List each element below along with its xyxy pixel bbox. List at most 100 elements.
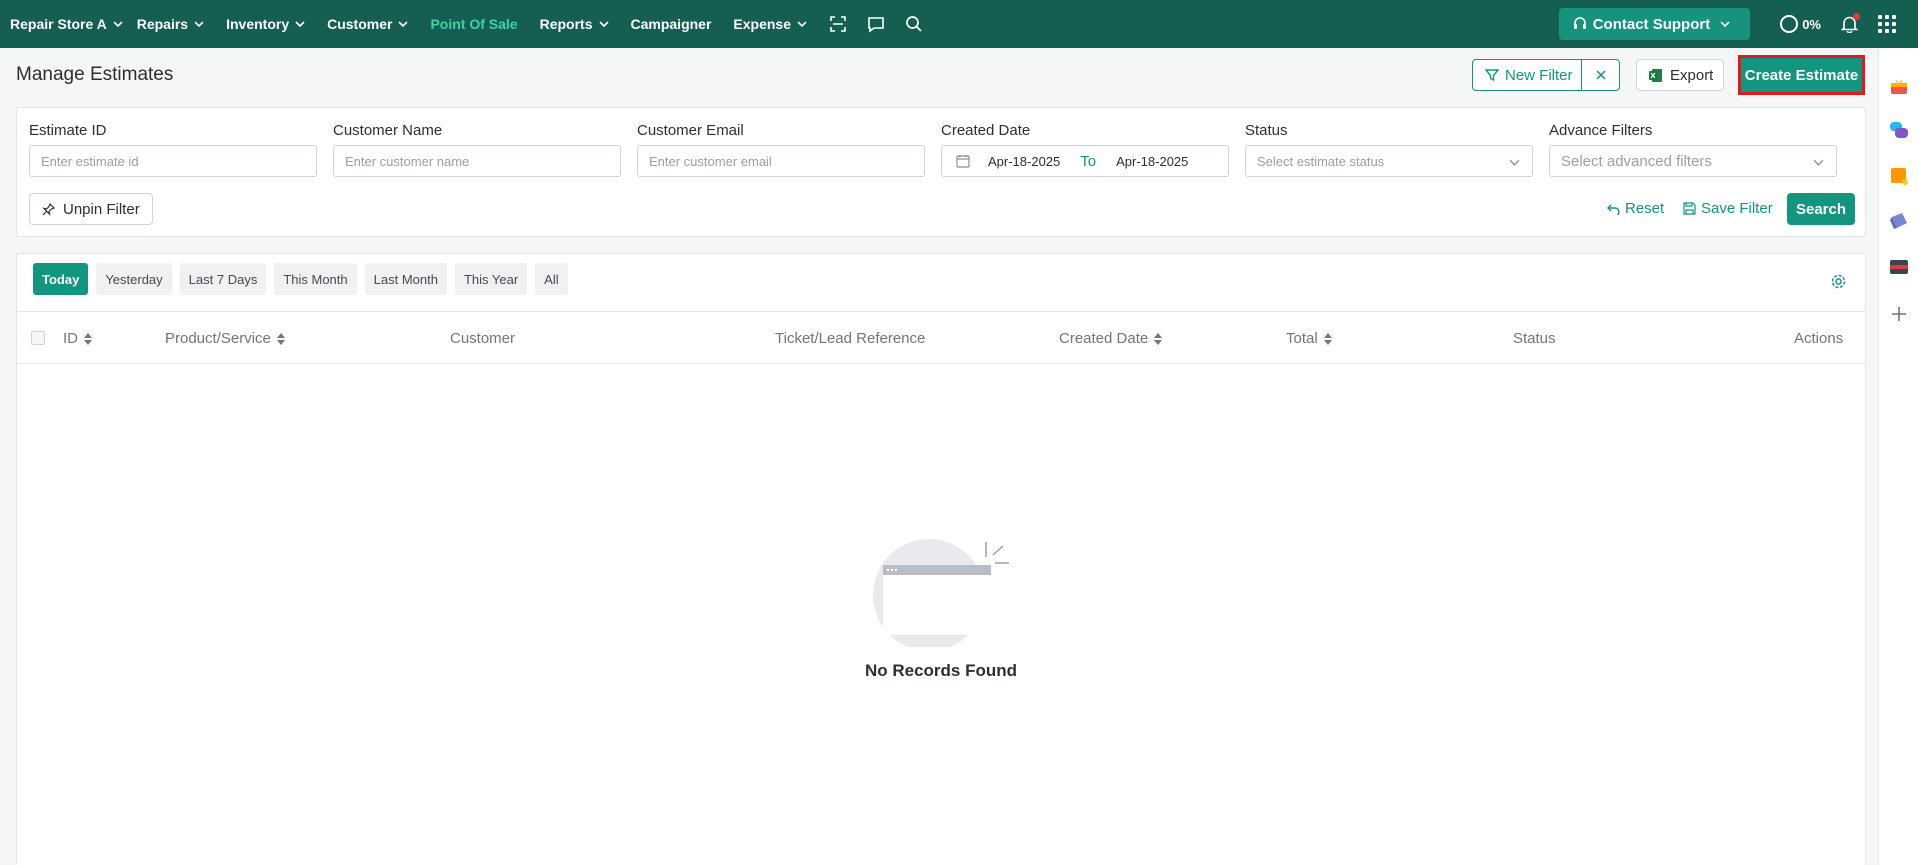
store-selector[interactable]: Repair Store A <box>10 16 123 32</box>
chevron-down-icon <box>1720 21 1730 28</box>
column-total[interactable]: Total <box>1286 330 1332 347</box>
filter-panel: Estimate ID Enter estimate id Customer N… <box>16 107 1866 237</box>
chevron-down-icon <box>797 21 807 28</box>
add-icon[interactable] <box>1889 304 1909 324</box>
sort-icon <box>84 332 92 345</box>
estimate-id-placeholder: Enter estimate id <box>41 153 139 169</box>
page-title: Manage Estimates <box>16 64 174 85</box>
advance-filters-label: Advance Filters <box>1549 122 1653 139</box>
nav-right-group: Contact Support 0% <box>1558 0 1918 48</box>
unpin-filter-label: Unpin Filter <box>63 200 140 218</box>
card-icon[interactable] <box>1889 257 1909 277</box>
date-to[interactable]: Apr-18-2025 <box>1116 154 1188 169</box>
sort-icon <box>1154 332 1163 345</box>
create-estimate-button[interactable]: Create Estimate <box>1741 58 1862 92</box>
chevron-down-icon <box>295 21 305 28</box>
column-customer: Customer <box>450 330 516 347</box>
column-actions: Actions <box>1794 330 1844 347</box>
chevron-down-icon <box>1509 159 1520 166</box>
select-all-checkbox[interactable] <box>31 331 45 345</box>
gear-icon[interactable] <box>1830 273 1847 290</box>
nav-point-of-sale[interactable]: Point Of Sale <box>430 16 517 32</box>
chat-bubbles-icon[interactable] <box>1889 120 1909 140</box>
sticky-note-icon[interactable] <box>1889 166 1909 186</box>
create-estimate-highlight: Create Estimate <box>1738 55 1865 95</box>
chip-this-month[interactable]: This Month <box>274 263 357 295</box>
chip-today[interactable]: Today <box>33 263 89 295</box>
column-created-label: Created Date <box>1059 330 1149 347</box>
chip-yesterday[interactable]: Yesterday <box>96 263 172 295</box>
contact-support-button[interactable]: Contact Support <box>1558 8 1751 40</box>
column-product-label: Product/Service <box>165 330 271 347</box>
scan-icon[interactable] <box>829 15 847 33</box>
column-total-label: Total <box>1286 330 1318 347</box>
column-ticket-reference: Ticket/Lead Reference <box>775 330 926 347</box>
export-button[interactable]: Export <box>1636 59 1724 91</box>
gift-icon[interactable] <box>1889 76 1909 96</box>
chip-last-7-days[interactable]: Last 7 Days <box>179 263 267 295</box>
advance-filters-select[interactable]: Select advanced filters <box>1549 145 1837 177</box>
search-icon[interactable] <box>905 15 923 33</box>
save-icon <box>1683 202 1696 215</box>
customer-email-label: Customer Email <box>637 122 744 139</box>
calendar-icon <box>956 154 970 168</box>
chip-last-month[interactable]: Last Month <box>364 263 447 295</box>
nav-repairs[interactable]: Repairs <box>137 16 204 32</box>
new-filter-button[interactable]: New Filter <box>1473 60 1583 90</box>
customer-email-input[interactable]: Enter customer email <box>637 145 925 177</box>
table-header: ID Product/Service Customer Ticket/Lead … <box>17 311 1865 364</box>
nav-expense[interactable]: Expense <box>733 16 807 32</box>
clear-filter-button[interactable] <box>1582 60 1619 90</box>
pin-icon <box>42 202 55 216</box>
reset-label: Reset <box>1625 200 1665 217</box>
top-navbar: Repair Store A Repairs Inventory Custome… <box>0 0 1918 48</box>
empty-state-text: No Records Found <box>864 661 1018 680</box>
close-icon <box>1596 70 1606 80</box>
estimates-table-panel: Today Yesterday Last 7 Days This Month L… <box>16 253 1866 865</box>
search-button[interactable]: Search <box>1787 193 1855 225</box>
date-from[interactable]: Apr-18-2025 <box>988 154 1060 169</box>
status-placeholder: Select estimate status <box>1257 153 1385 169</box>
export-label: Export <box>1670 66 1714 84</box>
nav-campaigner[interactable]: Campaigner <box>631 16 712 32</box>
setup-progress[interactable]: 0% <box>1780 15 1821 33</box>
column-id[interactable]: ID <box>63 330 92 347</box>
created-date-label: Created Date <box>941 122 1031 139</box>
estimate-id-label: Estimate ID <box>29 122 107 139</box>
column-created-date[interactable]: Created Date <box>1059 330 1163 347</box>
save-filter-label: Save Filter <box>1701 200 1773 217</box>
customer-name-label: Customer Name <box>333 122 443 139</box>
contact-support-label: Contact Support <box>1592 15 1711 33</box>
new-filter-group: New Filter <box>1472 59 1620 91</box>
save-filter-button[interactable]: Save Filter <box>1683 200 1773 217</box>
estimate-id-input[interactable]: Enter estimate id <box>29 145 317 177</box>
unpin-filter-button[interactable]: Unpin Filter <box>29 193 153 225</box>
date-to-label: To <box>1080 152 1097 170</box>
apps-grid-icon[interactable] <box>1878 15 1896 33</box>
chat-icon[interactable] <box>867 15 885 33</box>
customer-name-input[interactable]: Enter customer name <box>333 145 621 177</box>
progress-ring-icon <box>1780 15 1799 33</box>
date-range-chips: Today Yesterday Last 7 Days This Month L… <box>33 263 576 295</box>
chevron-down-icon <box>194 21 204 28</box>
nav-reports[interactable]: Reports <box>540 16 609 32</box>
column-status: Status <box>1513 330 1556 347</box>
notifications-button[interactable] <box>1841 13 1860 33</box>
nav-customer[interactable]: Customer <box>327 16 409 32</box>
nav-customer-label: Customer <box>327 16 393 32</box>
nav-inventory[interactable]: Inventory <box>226 16 305 32</box>
reset-button[interactable]: Reset <box>1607 200 1664 217</box>
column-product-service[interactable]: Product/Service <box>165 330 285 347</box>
sort-icon <box>1323 332 1332 345</box>
layers-icon[interactable] <box>1889 211 1909 231</box>
chip-all[interactable]: All <box>535 263 568 295</box>
customer-email-placeholder: Enter customer email <box>649 153 772 169</box>
nav-reports-label: Reports <box>539 16 593 32</box>
headset-icon <box>1573 17 1586 29</box>
created-date-range[interactable]: Apr-18-2025 To Apr-18-2025 <box>941 145 1229 177</box>
empty-state: No Records Found <box>17 537 1865 681</box>
chevron-down-icon <box>398 21 409 28</box>
chip-this-year[interactable]: This Year <box>454 263 528 295</box>
sort-icon <box>276 332 285 345</box>
status-select[interactable]: Select estimate status <box>1245 145 1533 177</box>
